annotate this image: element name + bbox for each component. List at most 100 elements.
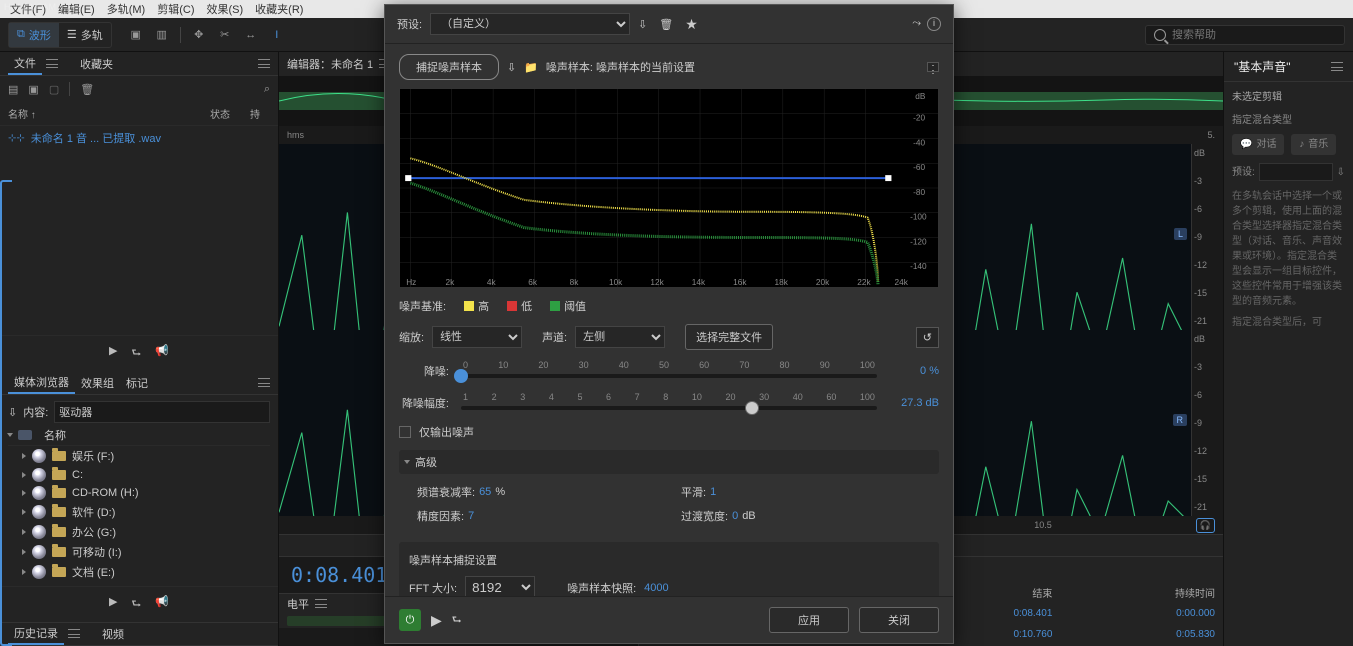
drive-item[interactable]: 文档 (E:) — [22, 562, 270, 582]
svg-text:2k: 2k — [446, 278, 456, 287]
snapshots-value[interactable]: 4000 — [644, 582, 668, 594]
apply-button[interactable]: 应用 — [769, 607, 849, 633]
tab-video[interactable]: 视频 — [96, 624, 130, 644]
svg-text:10k: 10k — [609, 278, 623, 287]
channel-select[interactable]: 左侧 — [575, 326, 665, 348]
drive-item[interactable]: 软件 (D:) — [22, 502, 270, 522]
reduce-by-value[interactable]: 27.3 dB — [889, 397, 939, 409]
load-sample-icon[interactable]: 📁 — [524, 61, 538, 74]
media-panel-menu-icon[interactable] — [258, 378, 270, 388]
menu-edit[interactable]: 编辑(E) — [58, 1, 95, 17]
no-selection-text: 未选定剪辑 — [1232, 90, 1345, 105]
menu-clip[interactable]: 剪辑(C) — [157, 1, 194, 17]
tool-slip-icon[interactable]: ↔ — [243, 27, 259, 43]
transition-value[interactable]: 0 — [732, 510, 738, 522]
tab-favorites[interactable]: 收藏夹 — [74, 54, 119, 74]
svg-text:6k: 6k — [528, 278, 538, 287]
noise-reduction-slider[interactable] — [461, 374, 877, 378]
music-type-button[interactable]: ♪ 音乐 — [1291, 134, 1336, 155]
tab-effects-rack[interactable]: 效果组 — [75, 373, 120, 393]
import-preset-icon[interactable]: ⇩ — [1337, 165, 1345, 180]
content-dropdown[interactable]: 驱动器 — [54, 401, 270, 423]
dialog-type-button[interactable]: 💬 对话 — [1232, 134, 1284, 155]
fft-size-select[interactable]: 8192 — [465, 576, 535, 596]
auto-play-icon[interactable]: 📢 — [155, 344, 169, 363]
vertical-scroll-indicator[interactable] — [0, 180, 12, 646]
new-file-icon[interactable]: ▤ — [8, 83, 18, 96]
tool-hud-icon[interactable]: ▣ — [128, 27, 144, 43]
col-name[interactable]: 名称 ↑ — [8, 106, 210, 121]
channel-label: 声道: — [542, 329, 567, 345]
tab-history[interactable]: 历史记录 — [8, 623, 64, 645]
tool-spectral-icon[interactable]: ▥ — [154, 27, 170, 43]
fft-size-label: FFT 大小: — [409, 580, 457, 596]
levels-menu-icon[interactable] — [315, 599, 327, 609]
head-sync-icon[interactable]: 🎧 — [1196, 518, 1215, 533]
noise-reduction-dialog: 预设: （自定义） ⇩ 🗑 ★ ⤳ i 捕捉噪声样本 ⇩ 📁 噪声样本: 噪声样… — [384, 4, 954, 644]
sample-menu-icon[interactable] — [927, 62, 939, 72]
legend-high: 高 — [478, 298, 489, 314]
delete-icon[interactable]: 🗑 — [80, 83, 94, 96]
tool-move-icon[interactable]: ✥ — [191, 27, 207, 43]
select-entire-file-button[interactable]: 选择完整文件 — [685, 324, 773, 350]
media-play-icon[interactable]: ▶ — [109, 595, 117, 614]
advanced-section-header[interactable]: 高级 — [399, 450, 939, 474]
media-loop-icon[interactable]: ⮑ — [131, 595, 141, 614]
file-list-item[interactable]: ⊹⊹ 未命名 1 音 ... 已提取 .wav — [0, 126, 278, 150]
drive-item[interactable]: 可移动 (I:) — [22, 542, 270, 562]
smoothing-label: 平滑: — [681, 484, 706, 500]
capture-noise-button[interactable]: 捕捉噪声样本 — [399, 54, 499, 80]
help-search-input[interactable] — [1172, 29, 1336, 41]
multitrack-view-button[interactable]: ☰多轨 — [59, 23, 111, 47]
waveform-view-button[interactable]: ⧉波形 — [9, 23, 59, 47]
save-preset-icon[interactable]: ⇩ — [638, 18, 647, 31]
panel-menu-icon[interactable] — [258, 59, 270, 69]
essential-sound-title: "基本声音" — [1234, 58, 1291, 75]
play-icon[interactable]: ▶ — [109, 344, 117, 363]
preview-play-button[interactable]: ▶ — [431, 612, 442, 629]
drive-icon — [32, 565, 46, 579]
delete-preset-icon[interactable]: 🗑 — [659, 18, 673, 31]
drive-item[interactable]: C: — [22, 466, 270, 484]
preset-select[interactable]: （自定义） — [430, 13, 630, 35]
tool-time-icon[interactable]: I — [269, 27, 285, 43]
record-icon[interactable]: ▢ — [49, 83, 59, 96]
help-search[interactable] — [1145, 25, 1345, 45]
route-icon[interactable]: ⤳ — [912, 17, 921, 31]
noise-reduction-value[interactable]: 0 % — [889, 365, 939, 377]
save-sample-icon[interactable]: ⇩ — [507, 61, 516, 74]
menu-effects[interactable]: 效果(S) — [207, 1, 244, 17]
preset-dropdown[interactable] — [1259, 163, 1333, 181]
tab-files[interactable]: 文件 — [8, 53, 42, 75]
tab-media-browser[interactable]: 媒体浏览器 — [8, 372, 75, 394]
loop-icon[interactable]: ⮑ — [131, 344, 141, 363]
files-panel-menu-icon[interactable] — [46, 59, 58, 69]
info-icon[interactable]: i — [927, 17, 941, 31]
effect-power-button[interactable]: ⏻ — [399, 609, 421, 631]
drive-item[interactable]: 娱乐 (F:) — [22, 446, 270, 466]
media-auto-icon[interactable]: 📢 — [155, 595, 169, 614]
reset-icon[interactable]: ↺ — [916, 327, 939, 348]
close-button[interactable]: 关闭 — [859, 607, 939, 633]
smoothing-value[interactable]: 1 — [710, 486, 716, 498]
drive-item[interactable]: CD-ROM (H:) — [22, 484, 270, 502]
favorite-icon[interactable]: ★ — [685, 16, 698, 33]
tool-razor-icon[interactable]: ✂ — [217, 27, 233, 43]
reduce-by-slider[interactable] — [461, 406, 877, 410]
loop-preview-icon[interactable]: ⮑ — [452, 611, 462, 630]
tab-markers[interactable]: 标记 — [120, 373, 154, 393]
menu-favorites[interactable]: 收藏夹(R) — [255, 1, 303, 17]
spectral-decay-value[interactable]: 65 — [479, 486, 491, 498]
open-file-icon[interactable]: ▣ — [28, 83, 38, 96]
filter-icon[interactable]: ⌕ — [264, 83, 270, 96]
history-menu-icon[interactable] — [68, 629, 80, 639]
menu-multitrack[interactable]: 多轨(M) — [107, 1, 146, 17]
output-noise-only-checkbox[interactable] — [399, 426, 411, 438]
precision-value[interactable]: 7 — [468, 510, 474, 522]
col-duration[interactable]: 持 — [250, 106, 270, 121]
essential-menu-icon[interactable] — [1331, 62, 1343, 72]
zoom-select[interactable]: 线性 — [432, 326, 522, 348]
drive-item[interactable]: 办公 (G:) — [22, 522, 270, 542]
noise-spectrum-chart[interactable]: Hz2k4k6k8k10k12k14k16k18k20k22k24k dB-20… — [399, 88, 939, 288]
col-status[interactable]: 状态 — [210, 106, 250, 121]
